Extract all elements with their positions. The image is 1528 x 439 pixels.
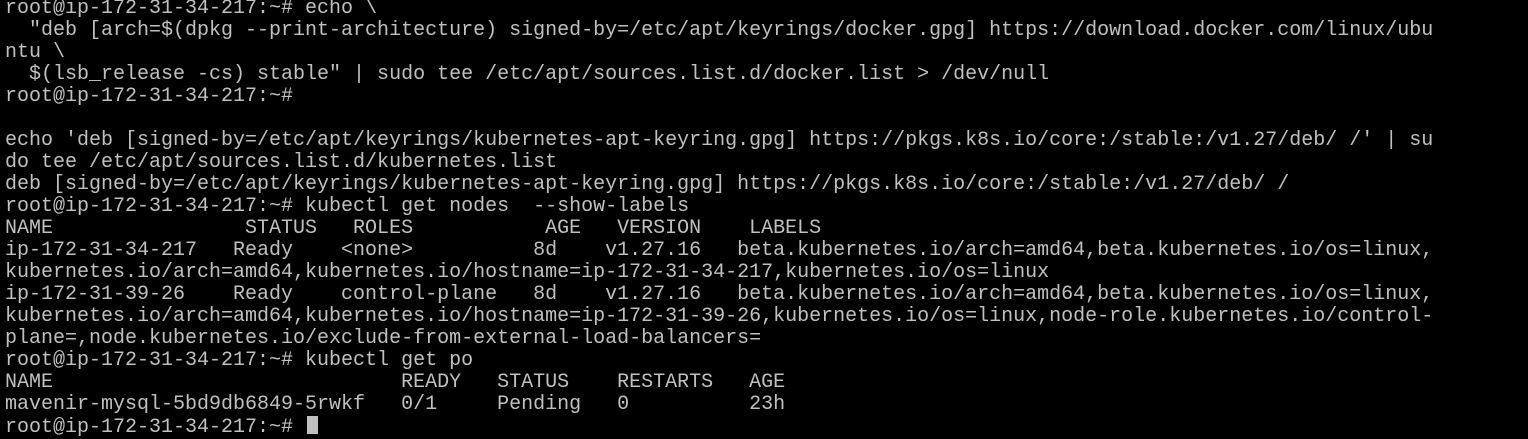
terminal-line: root@ip-172-31-34-217:~# kubectl get po [5,349,474,372]
terminal-line: NAME STATUS ROLES AGE VERSION LABELS [5,217,822,240]
terminal-prompt-line[interactable]: root@ip-172-31-34-217:~# [5,416,1528,439]
terminal-line: ip-172-31-39-26 Ready control-plane 8d v… [5,283,1434,306]
terminal-line: root@ip-172-31-34-217:~# [5,85,294,108]
terminal-line: ip-172-31-34-217 Ready <none> 8d v1.27.1… [5,239,1434,262]
terminal-window[interactable]: root@ip-172-31-34-217:~# echo \ "deb [ar… [0,0,1528,439]
terminal-line: $(lsb_release -cs) stable" | sudo tee /e… [5,63,1050,86]
terminal-line: deb [signed-by=/etc/apt/keyrings/kuberne… [5,173,1290,196]
terminal-line: ntu \ [5,41,66,64]
terminal-prompt: root@ip-172-31-34-217:~# [5,416,306,439]
terminal-line: NAME READY STATUS RESTARTS AGE [5,371,786,394]
terminal-line: "deb [arch=$(dpkg --print-architecture) … [5,19,1434,42]
terminal-line: do tee /etc/apt/sources.list.d/kubernete… [5,151,558,174]
terminal-line: mavenir-mysql-5bd9db6849-5rwkf 0/1 Pendi… [5,393,786,416]
text-cursor [307,416,319,434]
terminal-line: kubernetes.io/arch=amd64,kubernetes.io/h… [5,261,1050,284]
terminal-line: echo 'deb [signed-by=/etc/apt/keyrings/k… [5,129,1434,152]
terminal-line: kubernetes.io/arch=amd64,kubernetes.io/h… [5,305,1434,328]
terminal-line: root@ip-172-31-34-217:~# kubectl get nod… [5,195,690,218]
terminal-line: plane=,node.kubernetes.io/exclude-from-e… [5,327,762,350]
terminal-line: root@ip-172-31-34-217:~# echo \ [5,0,378,20]
